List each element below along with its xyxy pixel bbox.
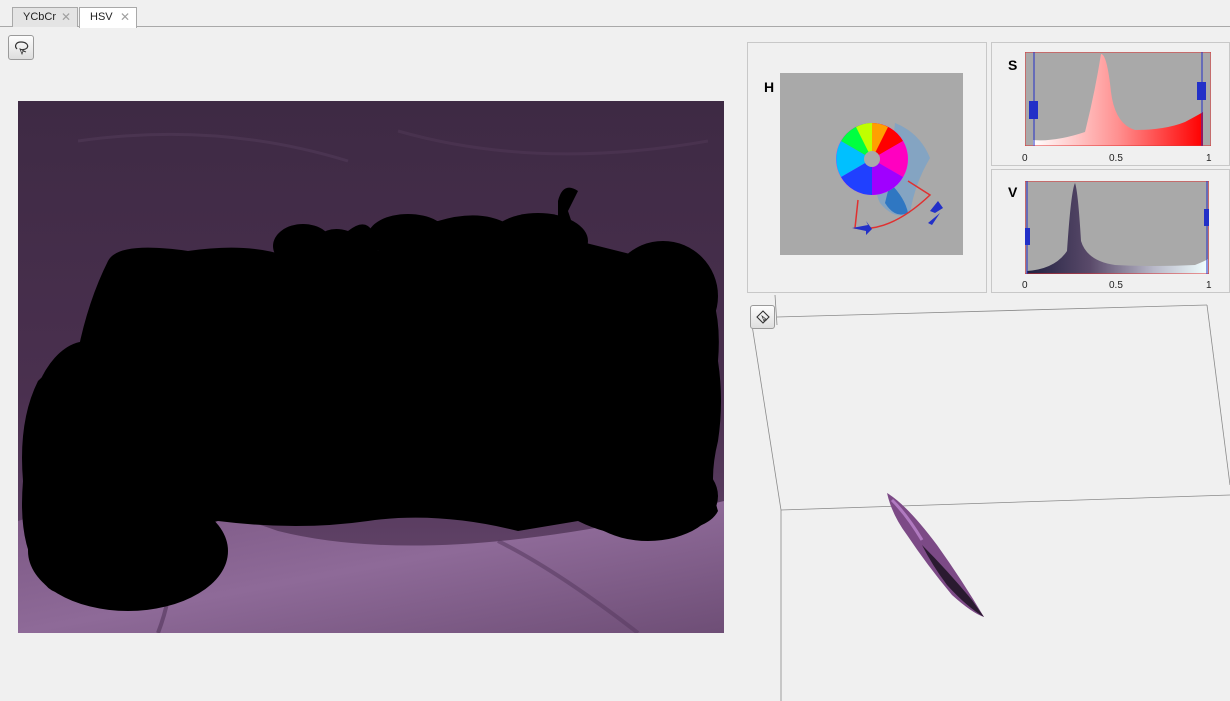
- saturation-label: S: [1008, 57, 1018, 73]
- tab-bar: YCbCr ✕ HSV ✕: [0, 0, 1230, 28]
- saturation-panel: S 0 0.5 1: [991, 42, 1230, 166]
- value-histogram[interactable]: [1025, 181, 1209, 274]
- value-min-handle[interactable]: [1025, 228, 1030, 245]
- lasso-tool-button[interactable]: [8, 35, 34, 60]
- pixel-point-cloud: [887, 493, 984, 617]
- saturation-tick-mid: 0.5: [1109, 153, 1123, 164]
- value-label: V: [1008, 184, 1018, 200]
- rotate-cloud-button[interactable]: [750, 305, 775, 329]
- value-tick-0: 0: [1022, 280, 1028, 291]
- value-tick-1: 1: [1206, 280, 1212, 291]
- color-wheel: [836, 123, 908, 195]
- saturation-min-handle[interactable]: [1029, 101, 1038, 119]
- masked-image: [18, 101, 724, 633]
- value-max-handle[interactable]: [1204, 209, 1209, 226]
- saturation-tick-0: 0: [1022, 153, 1028, 164]
- tab-hsv[interactable]: HSV ✕: [79, 7, 137, 28]
- saturation-tick-1: 1: [1206, 153, 1212, 164]
- tab-ycbcr[interactable]: YCbCr ✕: [12, 7, 78, 27]
- saturation-histogram[interactable]: [1025, 52, 1211, 146]
- value-panel: V 0 0.5 1: [991, 169, 1230, 293]
- tab-hsv-label: HSV: [90, 11, 113, 23]
- value-tick-mid: 0.5: [1109, 280, 1123, 291]
- rotate-point-cloud-icon: [756, 310, 770, 324]
- close-icon[interactable]: ✕: [120, 10, 130, 24]
- hue-wheel-plot[interactable]: [780, 73, 963, 255]
- hue-panel: H: [747, 42, 987, 293]
- saturation-max-handle[interactable]: [1197, 82, 1206, 100]
- hue-label: H: [764, 79, 775, 95]
- point-cloud-view[interactable]: [747, 295, 1230, 701]
- tab-ycbcr-label: YCbCr: [23, 11, 57, 23]
- close-icon[interactable]: ✕: [61, 10, 71, 24]
- lasso-select-icon: [15, 41, 29, 56]
